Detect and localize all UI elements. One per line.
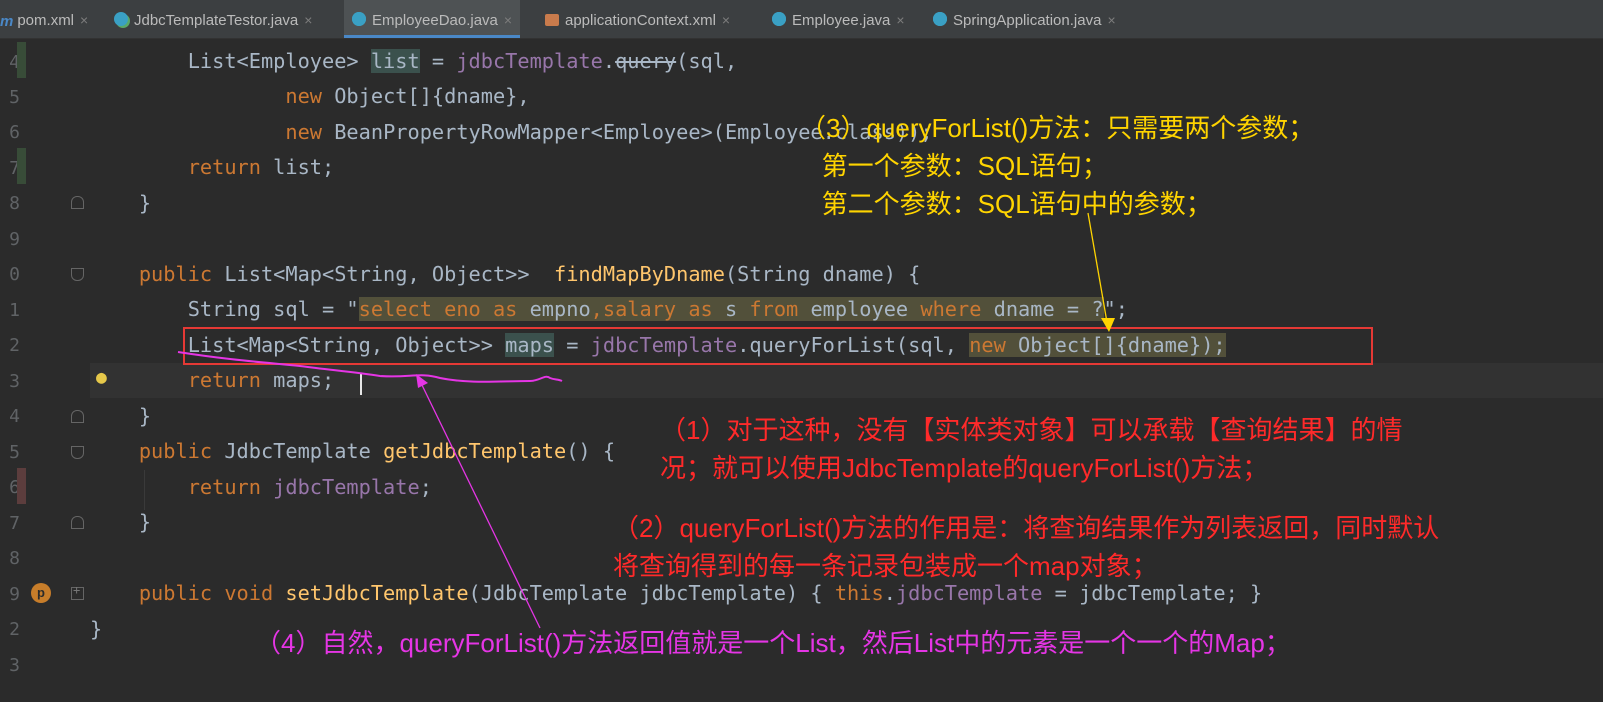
annotation-method-purpose: （2）queryForList()方法的作用是：将查询结果作为列表返回，同时默认… <box>613 513 1440 581</box>
line-number: 8 <box>9 548 20 569</box>
xml-file-icon <box>545 14 559 26</box>
close-icon[interactable]: × <box>722 12 730 28</box>
vcs-change-marker[interactable] <box>17 468 26 504</box>
code-line[interactable]: String sql = "select eno as empno,salary… <box>90 297 1128 321</box>
annotation-no-entity-class: （1）对于这种，没有【实体类对象】可以承载【查询结果】的情 况；就可以使用Jdb… <box>660 415 1403 483</box>
fold-end-icon[interactable] <box>71 410 84 423</box>
code-line[interactable]: List<Employee> list = jdbcTemplate.query… <box>90 49 737 73</box>
code-line[interactable]: return jdbcTemplate; <box>90 475 432 499</box>
code-line[interactable]: new Object[]{dname}, <box>90 84 529 108</box>
line-number: 1 <box>9 300 20 321</box>
tab-label: JdbcTemplateTestor.java <box>134 12 299 29</box>
editor-tab-bar: m pom.xml × JdbcTemplateTestor.java × Emplo… <box>0 0 1603 39</box>
code-line[interactable]: public JdbcTemplate getJdbcTemplate() { <box>90 439 615 463</box>
java-class-icon <box>352 12 366 26</box>
annotation-return-value: （4）自然，queryForList()方法返回值就是一个List，然后List… <box>255 628 1291 658</box>
fold-start-icon[interactable] <box>71 268 84 281</box>
fold-start-icon[interactable] <box>71 446 84 459</box>
line-number: 2 <box>9 335 20 356</box>
close-icon[interactable]: × <box>304 12 312 28</box>
line-number: 9 <box>9 584 20 605</box>
close-icon[interactable]: × <box>1107 12 1115 28</box>
code-line[interactable]: public List<Map<String, Object>> findMap… <box>90 262 920 286</box>
vcs-change-marker[interactable] <box>17 42 26 78</box>
code-line[interactable]: return list; <box>90 155 335 179</box>
maven-file-icon: m <box>0 13 14 30</box>
line-number: 3 <box>9 371 20 392</box>
line-number: 9 <box>9 229 20 250</box>
line-number: 7 <box>9 513 20 534</box>
tab-label: EmployeeDao.java <box>372 12 498 29</box>
highlight-box <box>183 327 1373 365</box>
close-icon[interactable]: × <box>896 12 904 28</box>
line-number: 0 <box>9 264 20 285</box>
tab-springapplication[interactable]: SpringApplication.java × <box>933 0 1116 38</box>
line-number: 2 <box>9 619 20 640</box>
tab-employee[interactable]: Employee.java × <box>772 0 905 38</box>
vcs-change-marker[interactable] <box>17 148 26 184</box>
tab-label: Employee.java <box>792 12 891 29</box>
code-line[interactable]: return maps; <box>90 368 335 392</box>
line-number: 8 <box>9 193 20 214</box>
line-number: 6 <box>9 122 20 143</box>
line-number: 5 <box>9 442 20 463</box>
tab-label: pom.xml <box>17 12 75 29</box>
fold-end-icon[interactable] <box>71 516 84 529</box>
tab-label: applicationContext.xml <box>565 12 716 29</box>
fold-end-icon[interactable] <box>71 196 84 209</box>
code-line[interactable]: } <box>90 191 151 215</box>
code-line[interactable]: } <box>90 510 151 534</box>
tab-pom-xml[interactable]: m pom.xml × <box>0 0 88 38</box>
line-number: 5 <box>9 87 20 108</box>
tab-applicationcontext-xml[interactable]: applicationContext.xml × <box>545 0 730 38</box>
java-class-icon <box>933 12 947 26</box>
code-line[interactable]: } <box>90 404 151 428</box>
tab-employeedao[interactable]: EmployeeDao.java × <box>344 0 521 38</box>
tab-label: SpringApplication.java <box>953 12 1102 29</box>
bean-property-gutter-icon[interactable]: p <box>31 583 51 603</box>
line-number: 3 <box>9 655 20 676</box>
text-caret <box>360 373 362 395</box>
line-number: 4 <box>9 406 20 427</box>
close-icon[interactable]: × <box>80 12 88 28</box>
java-test-class-icon <box>114 12 128 26</box>
annotation-parameters: （3）queryForList()方法：只需要两个参数； 第一个参数：SQL语句… <box>800 113 1315 219</box>
tab-jdbctemplatetestor[interactable]: JdbcTemplateTestor.java × <box>114 0 312 38</box>
java-class-icon <box>772 12 786 26</box>
code-line[interactable]: } <box>90 617 102 641</box>
close-icon[interactable]: × <box>504 12 512 28</box>
fold-expand-icon[interactable] <box>71 583 84 600</box>
